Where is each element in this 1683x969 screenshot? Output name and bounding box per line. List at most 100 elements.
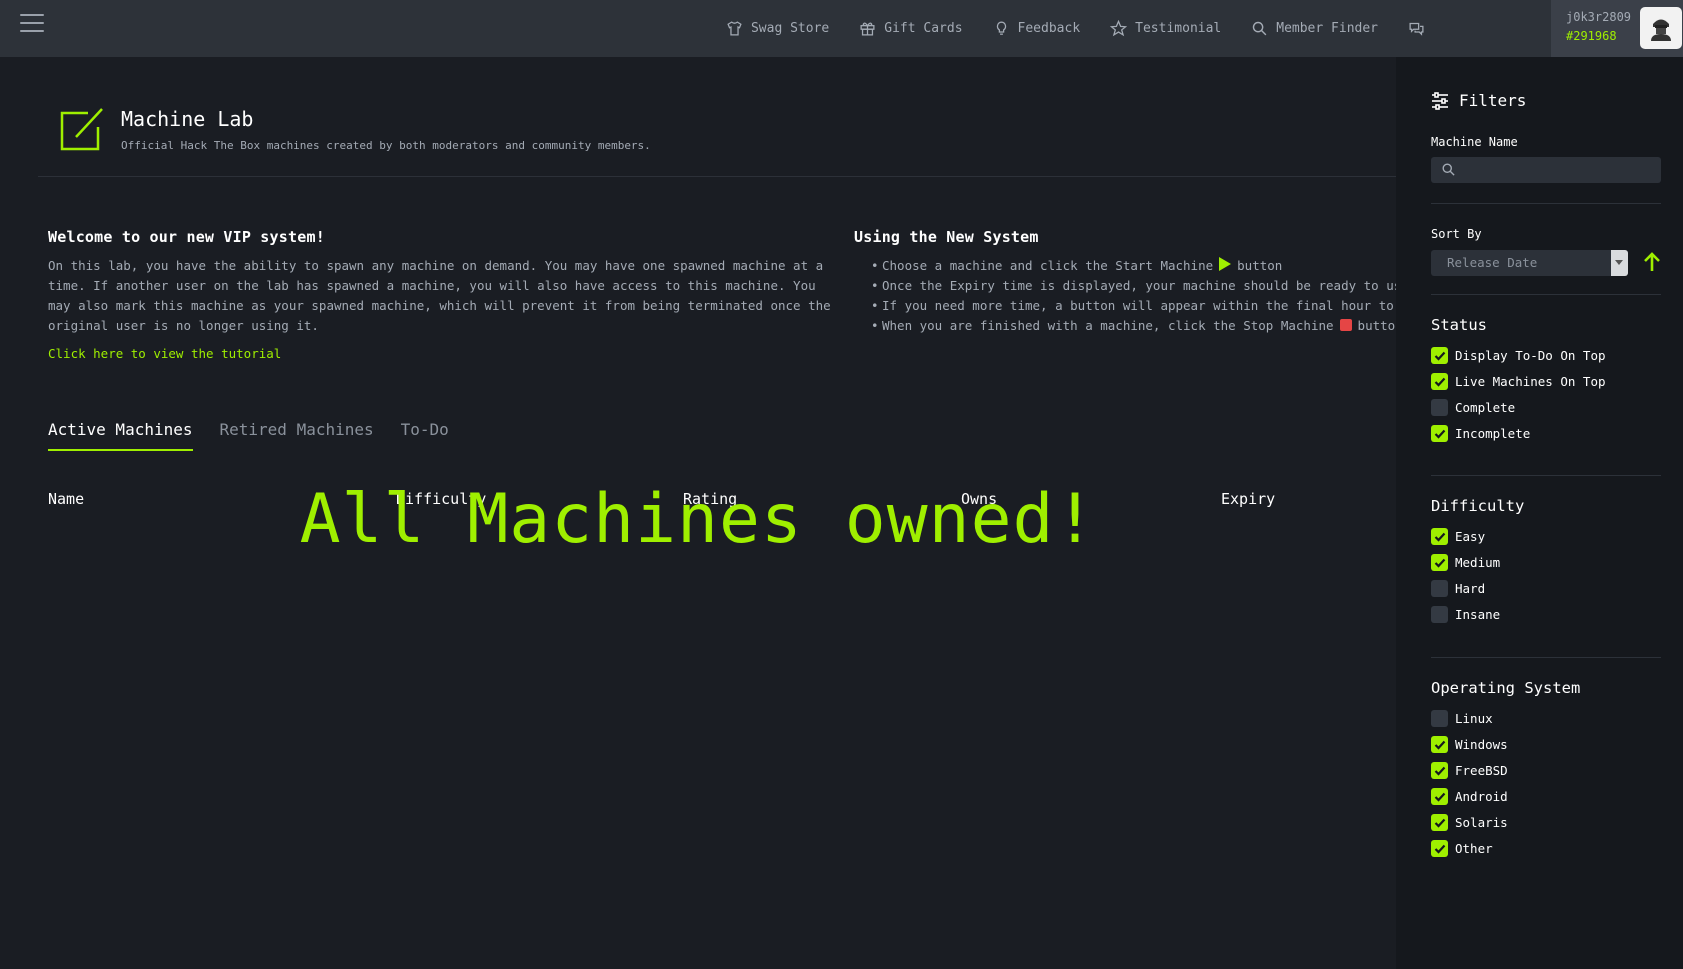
welcome-heading: Welcome to our new VIP system! — [48, 228, 325, 246]
difficulty-checkbox-hard[interactable]: Hard — [1431, 580, 1485, 597]
instruction-text: Choose a machine and click the Start Mac… — [882, 258, 1214, 273]
os-checkbox-solaris[interactable]: Solaris — [1431, 814, 1508, 831]
sort-by-label: Sort By — [1431, 227, 1482, 241]
machine-name-search[interactable] — [1431, 157, 1661, 183]
divider — [1431, 294, 1661, 295]
checkbox[interactable] — [1431, 814, 1448, 831]
edit-square-icon — [60, 108, 103, 151]
checkbox[interactable] — [1431, 840, 1448, 857]
status-checkbox-live-top[interactable]: Live Machines On Top — [1431, 373, 1606, 390]
divider — [1431, 475, 1661, 476]
instruction-item: When you are finished with a machine, cl… — [854, 316, 1399, 336]
divider — [1431, 203, 1661, 204]
difficulty-checkbox-easy[interactable]: Easy — [1431, 528, 1485, 545]
instruction-text: button — [1237, 258, 1283, 273]
checkbox[interactable] — [1431, 425, 1448, 442]
checkbox-label: Incomplete — [1455, 426, 1531, 441]
nav-label: Feedback — [1017, 21, 1081, 36]
checkbox[interactable] — [1431, 373, 1448, 390]
os-checkbox-other[interactable]: Other — [1431, 840, 1493, 857]
checkbox[interactable] — [1431, 762, 1448, 779]
tab-todo[interactable]: To-Do — [401, 420, 449, 451]
chevron-down-icon — [1611, 250, 1628, 276]
os-heading: Operating System — [1431, 679, 1581, 697]
checkbox[interactable] — [1431, 606, 1448, 623]
sliders-icon — [1432, 91, 1448, 110]
status-checkbox-complete[interactable]: Complete — [1431, 399, 1515, 416]
page-header: Machine Lab Official Hack The Box machin… — [38, 97, 1396, 177]
checkbox-label: Android — [1455, 789, 1508, 804]
hacker-avatar-icon — [1651, 19, 1671, 41]
checkbox[interactable] — [1431, 554, 1448, 571]
checkbox-label: Live Machines On Top — [1455, 374, 1606, 389]
checkbox-label: Windows — [1455, 737, 1508, 752]
checkbox-label: Display To-Do On Top — [1455, 348, 1606, 363]
divider — [1431, 657, 1661, 658]
status-checkbox-todo-top[interactable]: Display To-Do On Top — [1431, 347, 1606, 364]
checkbox-label: Medium — [1455, 555, 1501, 570]
check-icon — [1434, 844, 1445, 854]
machine-tabs: Active Machines Retired Machines To-Do — [48, 420, 449, 451]
checkbox[interactable] — [1431, 399, 1448, 416]
check-icon — [1434, 532, 1445, 542]
checkbox[interactable] — [1431, 710, 1448, 727]
filters-title: Filters — [1459, 91, 1527, 110]
machine-name-input[interactable] — [1465, 157, 1655, 183]
difficulty-heading: Difficulty — [1431, 497, 1525, 515]
instruction-item: Choose a machine and click the Start Mac… — [854, 256, 1399, 276]
chat-icon — [1409, 22, 1424, 36]
check-icon — [1434, 792, 1445, 802]
os-checkbox-linux[interactable]: Linux — [1431, 710, 1493, 727]
nav-label: Gift Cards — [884, 21, 963, 36]
nav-chat[interactable] — [1408, 20, 1425, 37]
top-nav-links: Swag Store Gift Cards Feedback Testimoni… — [726, 0, 1425, 57]
sort-ascending-arrow-icon[interactable] — [1643, 252, 1661, 272]
check-icon — [1434, 351, 1445, 361]
checkbox[interactable] — [1431, 347, 1448, 364]
status-checkbox-incomplete[interactable]: Incomplete — [1431, 425, 1530, 442]
instructions-heading: Using the New System — [854, 228, 1039, 246]
tab-retired-machines[interactable]: Retired Machines — [220, 420, 374, 451]
nav-label: Testimonial — [1135, 21, 1222, 36]
instruction-text: Once the Expiry time is displayed, your … — [882, 278, 1399, 293]
page-subtitle: Official Hack The Box machines created b… — [121, 139, 651, 152]
checkbox-label: Linux — [1455, 711, 1493, 726]
checkbox[interactable] — [1431, 736, 1448, 753]
tutorial-link[interactable]: Click here to view the tutorial — [48, 346, 281, 361]
instruction-item: If you need more time, a button will app… — [854, 296, 1399, 316]
sort-by-select[interactable]: Release Date — [1431, 250, 1628, 276]
search-icon — [1253, 21, 1267, 36]
user-id: #291968 — [1566, 29, 1617, 43]
os-checkbox-freebsd[interactable]: FreeBSD — [1431, 762, 1508, 779]
empty-state-message: All Machines owned! — [299, 480, 1097, 559]
nav-label: Member Finder — [1276, 21, 1378, 36]
difficulty-checkbox-insane[interactable]: Insane — [1431, 606, 1500, 623]
checkbox-label: Solaris — [1455, 815, 1508, 830]
instructions-section: Using the New System Choose a machine an… — [854, 228, 1399, 336]
os-checkbox-windows[interactable]: Windows — [1431, 736, 1508, 753]
check-icon — [1434, 766, 1445, 776]
checkbox-label: FreeBSD — [1455, 763, 1508, 778]
nav-feedback[interactable]: Feedback — [993, 20, 1081, 37]
nav-gift-cards[interactable]: Gift Cards — [859, 20, 963, 37]
checkbox[interactable] — [1431, 788, 1448, 805]
instruction-text: If you need more time, a button will app… — [882, 298, 1399, 313]
checkbox[interactable] — [1431, 528, 1448, 545]
play-icon — [1219, 257, 1232, 271]
instruction-text: button — [1357, 318, 1399, 333]
tab-active-machines[interactable]: Active Machines — [48, 420, 193, 451]
checkbox-label: Insane — [1455, 607, 1501, 622]
nav-swag-store[interactable]: Swag Store — [726, 20, 829, 37]
hamburger-menu-icon[interactable] — [20, 14, 44, 34]
star-icon — [1110, 20, 1128, 37]
status-heading: Status — [1431, 316, 1487, 334]
shirt-icon — [727, 21, 742, 36]
os-checkbox-android[interactable]: Android — [1431, 788, 1508, 805]
lightbulb-icon — [996, 21, 1006, 35]
nav-member-finder[interactable]: Member Finder — [1251, 20, 1378, 37]
nav-testimonial[interactable]: Testimonial — [1110, 20, 1221, 37]
filters-sidebar: Filters Machine Name Sort By Release Dat… — [1396, 57, 1683, 969]
avatar[interactable] — [1640, 7, 1682, 49]
checkbox[interactable] — [1431, 580, 1448, 597]
difficulty-checkbox-medium[interactable]: Medium — [1431, 554, 1500, 571]
